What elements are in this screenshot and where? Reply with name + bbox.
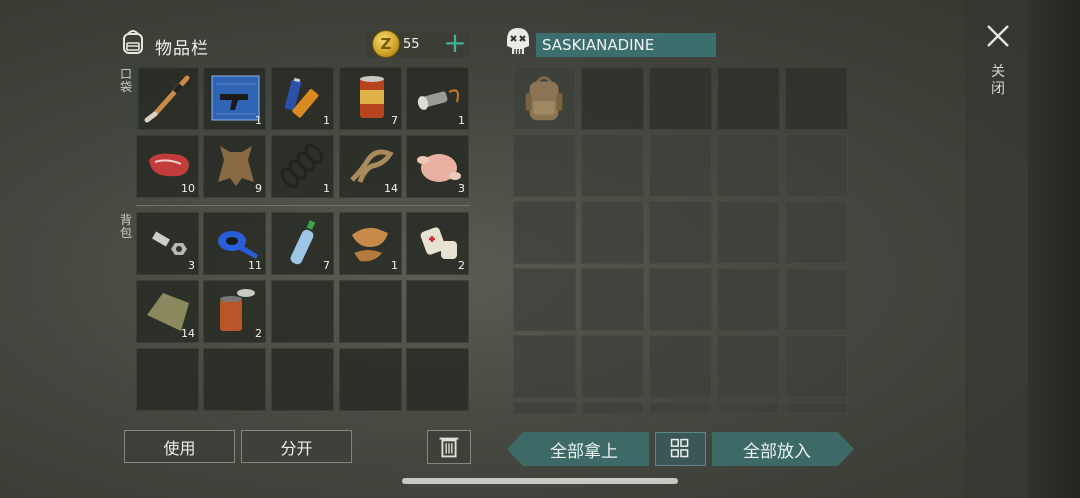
pocket-slot[interactable]: 1 [406, 67, 469, 130]
pocket-slot[interactable]: 1 [203, 67, 266, 130]
pocket-slot[interactable]: 1 [271, 67, 334, 130]
put-all-button[interactable]: 全部放入 [712, 432, 854, 466]
coin-icon: Z [372, 30, 400, 58]
pocket-slot[interactable] [136, 67, 199, 130]
hockey-stick-icon [144, 75, 190, 123]
loot-slot[interactable] [649, 268, 712, 331]
item-quantity: 1 [391, 259, 398, 272]
backpack-slot[interactable]: 1 [339, 212, 402, 275]
loot-slot[interactable] [581, 67, 644, 130]
pocket-slot[interactable]: 9 [203, 135, 266, 198]
loot-slot[interactable] [717, 335, 780, 398]
pocket-slot[interactable]: 14 [339, 135, 402, 198]
item-quantity: 2 [458, 259, 465, 272]
loot-slot[interactable] [513, 335, 576, 398]
use-button[interactable]: 使用 [124, 430, 235, 463]
backpack-slot[interactable]: 7 [271, 212, 334, 275]
close-icon[interactable] [984, 22, 1012, 50]
backpack-slot[interactable]: 11 [203, 212, 266, 275]
item-quantity: 1 [255, 114, 262, 127]
trash-button[interactable] [427, 430, 471, 464]
take-all-label: 全部拿上 [550, 441, 618, 462]
sort-button[interactable] [655, 432, 706, 466]
skull-icon [507, 28, 529, 54]
backpack-slot[interactable] [339, 348, 402, 411]
loot-slot[interactable] [513, 402, 576, 414]
loot-slot[interactable] [785, 201, 848, 264]
backpack-slot[interactable]: 2 [203, 280, 266, 343]
loot-slot[interactable] [513, 201, 576, 264]
backpack-slot[interactable] [406, 280, 469, 343]
item-quantity: 7 [323, 259, 330, 272]
coin-count: 55 [403, 37, 420, 52]
loot-slot[interactable] [717, 201, 780, 264]
section-divider [136, 205, 470, 206]
loot-slot[interactable] [785, 402, 848, 414]
put-all-label: 全部放入 [743, 441, 811, 462]
pocket-slot[interactable]: 7 [339, 67, 402, 130]
home-indicator[interactable] [402, 478, 678, 484]
pocket-slot[interactable]: 10 [136, 135, 199, 198]
pocket-slot[interactable]: 3 [406, 135, 469, 198]
loot-slot[interactable] [785, 335, 848, 398]
pocket-slot[interactable]: 1 [271, 135, 334, 198]
loot-slot[interactable] [785, 67, 848, 130]
inventory-title: 物品栏 [155, 39, 209, 59]
item-quantity: 7 [391, 114, 398, 127]
loot-slot[interactable] [717, 268, 780, 331]
add-coins-button[interactable]: + [442, 28, 468, 58]
loot-slot[interactable] [513, 67, 576, 130]
item-quantity: 3 [188, 259, 195, 272]
item-quantity: 9 [255, 182, 262, 195]
loot-slot[interactable] [649, 201, 712, 264]
loot-slot[interactable] [649, 134, 712, 197]
backpack-slot[interactable] [406, 348, 469, 411]
loot-slot[interactable] [581, 134, 644, 197]
item-quantity: 2 [255, 327, 262, 340]
loot-slot[interactable] [513, 268, 576, 331]
backpack-slot[interactable] [339, 280, 402, 343]
loot-slot[interactable] [717, 134, 780, 197]
screen-edge [1028, 0, 1080, 498]
loot-slot[interactable] [581, 335, 644, 398]
loot-slot[interactable] [649, 335, 712, 398]
backpack-slot[interactable] [136, 348, 199, 411]
loot-slot[interactable] [785, 134, 848, 197]
item-quantity: 11 [248, 259, 262, 272]
item-quantity: 14 [181, 327, 195, 340]
backpack-slot[interactable]: 3 [136, 212, 199, 275]
loot-slot[interactable] [649, 67, 712, 130]
backpack-slot[interactable]: 14 [136, 280, 199, 343]
loot-slot[interactable] [581, 201, 644, 264]
loot-slot[interactable] [581, 402, 644, 414]
backpack-slot[interactable] [271, 280, 334, 343]
backpack-label: 背包 [119, 213, 132, 240]
trash-icon [439, 437, 459, 458]
loot-slot[interactable] [717, 402, 780, 414]
grid-icon [670, 438, 689, 458]
loot-slot[interactable] [717, 67, 780, 130]
split-button[interactable]: 分开 [241, 430, 352, 463]
backpack-slot[interactable] [203, 348, 266, 411]
item-quantity: 1 [458, 114, 465, 127]
item-quantity: 1 [323, 182, 330, 195]
take-all-button[interactable]: 全部拿上 [507, 432, 649, 466]
backpack-icon [123, 30, 143, 54]
pockets-label: 口袋 [119, 67, 132, 94]
close-label[interactable]: 关闭 [988, 64, 1008, 98]
backpack-item-icon [525, 76, 563, 121]
item-quantity: 1 [323, 114, 330, 127]
loot-slot[interactable] [581, 268, 644, 331]
backpack-slot[interactable]: 2 [406, 212, 469, 275]
loot-slot[interactable] [513, 134, 576, 197]
loot-slot[interactable] [649, 402, 712, 414]
loot-slot[interactable] [785, 268, 848, 331]
item-quantity: 3 [458, 182, 465, 195]
item-quantity: 10 [181, 182, 195, 195]
item-quantity: 14 [384, 182, 398, 195]
player-name: SASKIANADINE [536, 33, 716, 57]
backpack-slot[interactable] [271, 348, 334, 411]
